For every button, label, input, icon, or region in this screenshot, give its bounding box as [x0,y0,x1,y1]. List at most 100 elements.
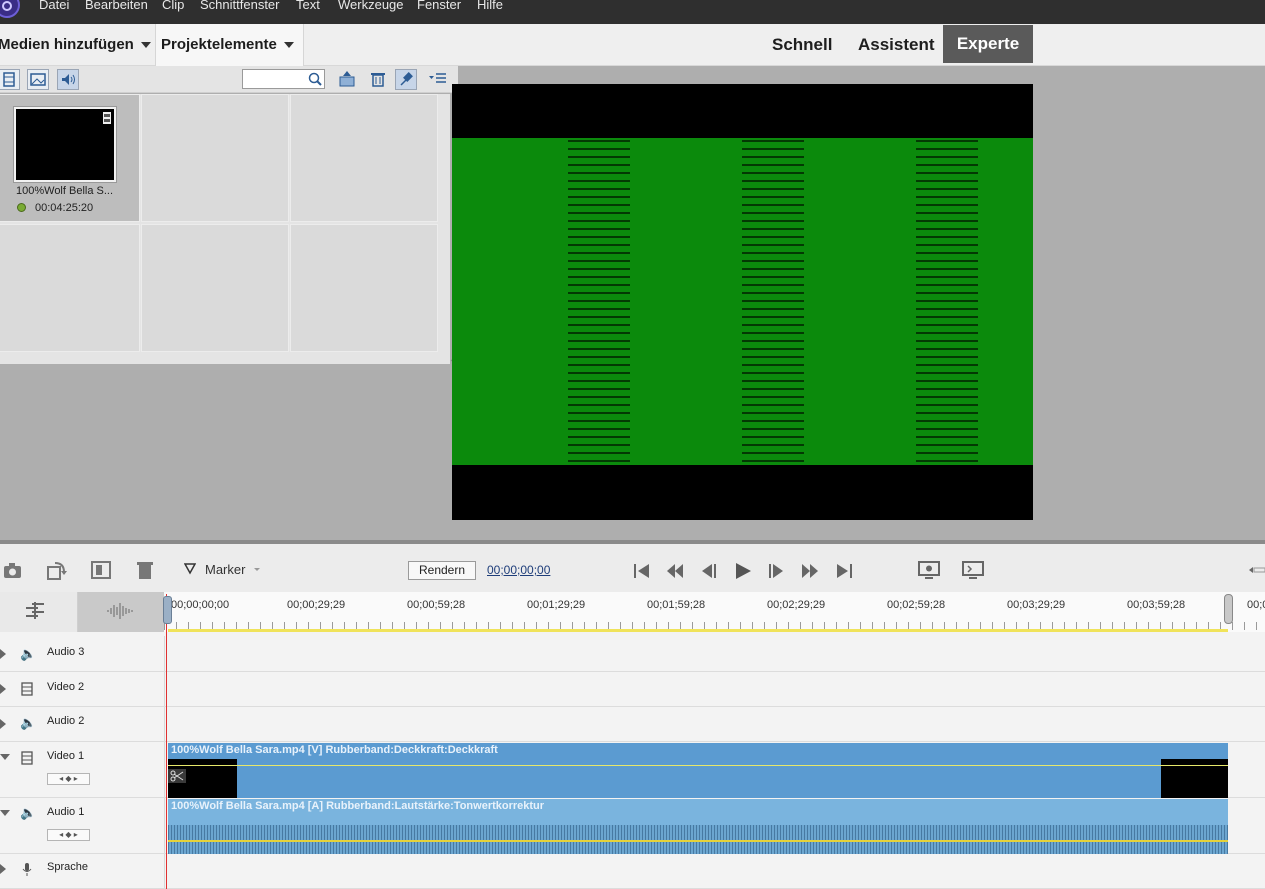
track-header: 🔈 Audio 3 [0,636,165,671]
camera-icon[interactable] [2,560,24,580]
audio-waveform-toggle[interactable] [78,592,164,632]
film-icon[interactable] [20,751,34,765]
opacity-rubberband[interactable] [168,765,1228,766]
folder-up-icon[interactable] [337,70,357,88]
go-to-start-icon[interactable] [632,561,652,581]
video-clip-title: 100%Wolf Bella Sara.mp4 [V] Rubberband:D… [171,744,498,756]
waveform-icon [107,603,133,619]
ruler-tick-label: 00;02;29;29 [767,599,826,611]
timecode-display[interactable]: 00;00;00;00 [487,563,550,577]
volume-rubberband[interactable] [168,840,1228,842]
ruler-tick-label: 00;01;29;29 [527,599,586,611]
pin-button[interactable] [395,69,417,90]
track-name: Sprache [47,861,88,873]
speaker-icon[interactable]: 🔈 [20,805,36,821]
filter-audio-button[interactable] [57,69,79,90]
menu-datei[interactable]: Datei [39,0,69,12]
project-elements-label: Projektelemente [161,36,277,53]
trash-icon[interactable] [368,70,388,88]
marker-dropdown[interactable]: Marker [205,562,245,577]
add-media-dropdown[interactable]: Medien hinzufügen [0,36,151,53]
app-logo-icon[interactable] [0,0,20,18]
chevron-down-icon[interactable] [253,567,261,573]
speaker-icon[interactable]: 🔈 [20,715,36,731]
audio-clip-title: 100%Wolf Bella Sara.mp4 [A] Rubberband:L… [171,800,545,812]
ruler-tick-label: 00;03;29;29 [1007,599,1066,611]
ruler-tick-label: 00;00;00;00 [171,599,230,611]
keyframe-navigator[interactable]: ◂ ◆ ▸ [47,829,90,841]
preview-pattern [568,140,630,466]
rewind-icon[interactable] [665,561,685,581]
render-settings-icon[interactable] [917,560,941,580]
collapse-icon[interactable] [0,754,10,760]
track-video-2: Video 2 [0,672,1265,707]
zoom-slider-icon[interactable] [1248,564,1265,576]
audio-clip[interactable]: 100%Wolf Bella Sara.mp4 [A] Rubberband:L… [168,799,1228,854]
video-clip[interactable]: 100%Wolf Bella Sara.mp4 [V] Rubberband:D… [168,743,1228,798]
menu-fenster[interactable]: Fenster [417,0,461,12]
marker-icon[interactable] [184,563,196,575]
image-icon [30,73,46,86]
menu-clip[interactable]: Clip [162,0,184,12]
track-list-icon [26,602,44,619]
rotate-icon[interactable] [45,560,69,582]
search-input[interactable] [242,69,325,89]
track-name: Video 2 [47,681,85,693]
film-icon [3,72,15,87]
clip-name: 100%Wolf Bella S... [16,185,114,197]
speaker-icon[interactable]: 🔈 [20,646,36,662]
fast-forward-icon[interactable] [800,561,820,581]
step-back-icon[interactable] [699,561,719,581]
track-header: Sprache [0,854,165,888]
track-name: Audio 2 [47,715,85,727]
clip-thumbnail[interactable] [13,106,117,183]
empty-cell [290,94,438,222]
scissors-icon[interactable] [168,769,186,783]
menu-text[interactable]: Text [296,0,320,12]
track-options[interactable] [0,592,78,632]
track-name: Audio 1 [47,806,85,818]
expand-icon[interactable] [0,864,6,874]
ruler-tick-label: 00;0 [1247,599,1265,611]
work-area-end-handle[interactable] [1224,594,1233,624]
fullscreen-preview-icon[interactable] [961,560,985,580]
ruler-tick-label: 00;00;29;29 [287,599,346,611]
ruler-tick-label: 00;02;59;28 [887,599,946,611]
microphone-icon[interactable] [22,862,32,877]
mode-experte[interactable]: Experte [943,25,1033,63]
menu-schnittfenster[interactable]: Schnittfenster [200,0,280,12]
expand-icon[interactable] [0,719,6,729]
keyframe-navigator[interactable]: ◂ ◆ ▸ [47,773,90,785]
menu-bar: Datei Bearbeiten Clip Schnittfenster Tex… [0,0,1265,24]
track-audio-3: 🔈 Audio 3 [0,636,1265,672]
menu-bearbeiten[interactable]: Bearbeiten [85,0,148,12]
filter-image-button[interactable] [27,69,49,90]
clip-export-icon[interactable] [90,560,112,580]
expand-icon[interactable] [0,649,6,659]
playhead-line[interactable] [166,594,167,889]
search-icon [308,72,322,86]
go-to-end-icon[interactable] [834,561,854,581]
ruler-tick-label: 00;01;59;28 [647,599,706,611]
film-icon[interactable] [20,682,34,696]
render-button[interactable]: Rendern [408,561,476,580]
trash-icon[interactable] [135,559,155,581]
step-forward-icon[interactable] [766,561,786,581]
list-menu-icon[interactable] [428,71,448,87]
ruler-tick-label: 00;03;59;28 [1127,599,1186,611]
collapse-icon[interactable] [0,810,10,816]
menu-werkzeuge[interactable]: Werkzeuge [338,0,404,12]
mode-assistent[interactable]: Assistent [858,35,935,55]
playhead-handle[interactable] [163,596,172,624]
play-icon[interactable] [733,561,753,581]
filter-video-button[interactable] [0,69,20,90]
track-header: 🔈 Audio 1 ◂ ◆ ▸ [0,798,165,853]
project-toolbar [0,66,458,93]
expand-icon[interactable] [0,684,6,694]
menu-hilfe[interactable]: Hilfe [477,0,503,12]
mode-schnell[interactable]: Schnell [772,35,832,55]
track-header: Video 2 [0,672,165,706]
project-elements-dropdown[interactable]: Projektelemente [161,36,294,53]
pin-icon [400,72,413,86]
clip-duration: 00:04:25:20 [35,202,94,214]
